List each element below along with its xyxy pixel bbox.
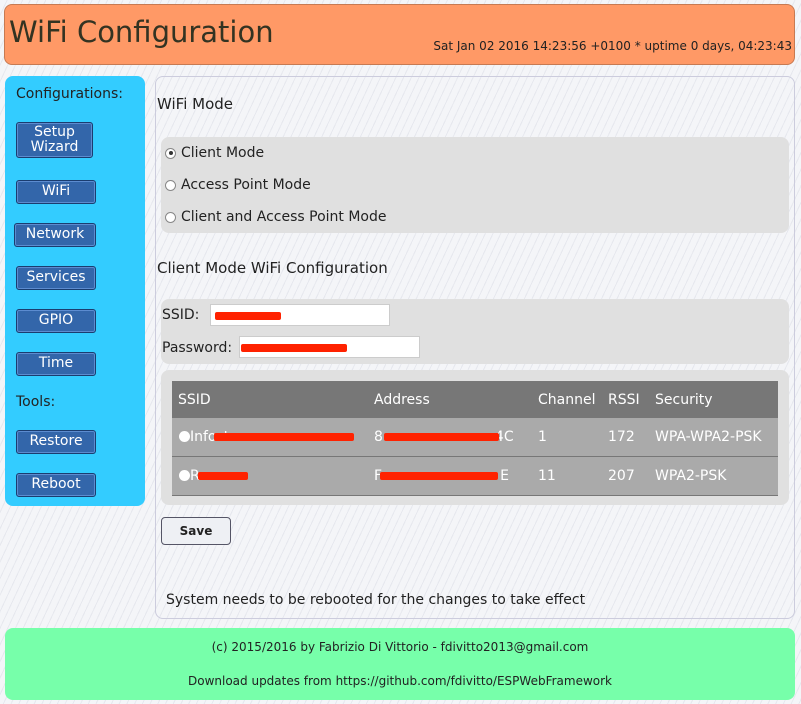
- password-input[interactable]: [239, 336, 420, 358]
- radio-icon[interactable]: [165, 179, 176, 191]
- wifi-mode-title: WiFi Mode: [157, 95, 234, 113]
- status-text: Sat Jan 02 2016 14:23:56 +0100 * uptime …: [433, 39, 792, 53]
- sidebar-item-time[interactable]: Time: [16, 352, 96, 376]
- sidebar-item-services[interactable]: Services: [16, 266, 96, 290]
- sidebar-item-gpio[interactable]: GPIO: [16, 309, 96, 333]
- save-button[interactable]: Save: [161, 517, 231, 545]
- sidebar-item-restore[interactable]: Restore: [16, 430, 96, 454]
- configurations-label: Configurations:: [16, 86, 123, 102]
- header: WiFi Configuration Sat Jan 02 2016 14:23…: [4, 4, 795, 65]
- redaction: [384, 433, 499, 441]
- sidebar-item-wifi[interactable]: WiFi: [16, 180, 96, 204]
- redaction: [214, 433, 354, 441]
- reboot-notice: System needs to be rebooted for the chan…: [166, 592, 586, 608]
- ssid-label: SSID:: [162, 307, 200, 323]
- password-label: Password:: [162, 340, 233, 356]
- tools-label: Tools:: [16, 394, 56, 410]
- copyright: (c) 2015/2016 by Fabrizio Di Vittorio - …: [211, 640, 589, 654]
- radio-client-mode[interactable]: Client Mode: [165, 145, 264, 161]
- ssid-input[interactable]: [210, 304, 390, 326]
- footer: (c) 2015/2016 by Fabrizio Di Vittorio - …: [5, 628, 795, 700]
- table-header: SSID Address Channel RSSI Security: [172, 381, 778, 418]
- client-config-title: Client Mode WiFi Configuration: [157, 259, 388, 277]
- redaction: [380, 472, 498, 480]
- network-table: SSID Address Channel RSSI Security Infos…: [172, 381, 778, 496]
- radio-icon[interactable]: [165, 147, 176, 159]
- radio-access-point-mode[interactable]: Access Point Mode: [165, 177, 311, 193]
- table-row[interactable]: R FE 11 207 WPA2-PSK: [172, 456, 778, 496]
- download-text: Download updates from: [188, 674, 332, 688]
- radio-client-and-ap-mode[interactable]: Client and Access Point Mode: [165, 209, 387, 225]
- table-row[interactable]: Infost 8 4C 1 172 WPA-WPA2-PSK: [172, 418, 778, 457]
- redaction: [198, 472, 248, 480]
- sidebar-item-network[interactable]: Network: [14, 223, 96, 247]
- radio-icon[interactable]: [165, 211, 176, 223]
- redaction: [241, 344, 347, 352]
- radio-icon[interactable]: [179, 431, 190, 442]
- redaction: [215, 312, 281, 320]
- sidebar-item-reboot[interactable]: Reboot: [16, 473, 96, 497]
- sidebar-item-setup-wizard[interactable]: Setup Wizard: [16, 122, 93, 158]
- page-title: WiFi Configuration: [9, 15, 274, 49]
- radio-icon[interactable]: [179, 470, 190, 481]
- download-link[interactable]: https://github.com/fdivitto/ESPWebFramew…: [336, 674, 612, 688]
